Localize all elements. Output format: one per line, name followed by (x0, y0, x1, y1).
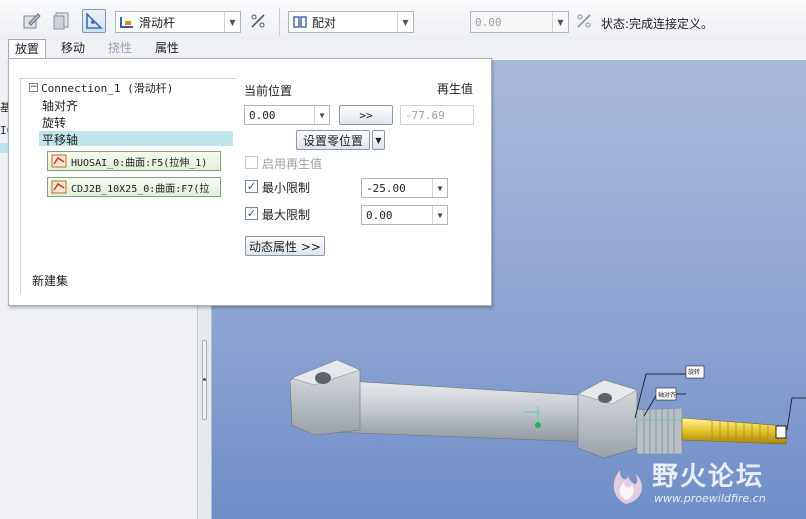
model-annotation-align: 轴对齐 (658, 392, 677, 399)
model-tree-highlight (0, 143, 8, 153)
max-limit-checkbox[interactable]: ✓ (245, 207, 258, 220)
chevron-down-icon: ▼ (375, 135, 382, 145)
tree-item-translation-axis[interactable]: 平移轴 (42, 131, 78, 148)
regen-value-label: 再生值 (437, 82, 474, 96)
flip-percent-icon[interactable] (246, 9, 270, 33)
toolbar-divider (279, 8, 280, 36)
min-limit-label: 最小限制 (262, 181, 311, 195)
current-position-value: 0.00 (249, 108, 276, 122)
tab-move[interactable]: 移动 (55, 39, 91, 59)
tree-item-rotation[interactable]: 旋转 (42, 114, 66, 131)
watermark-title: 野火论坛 (652, 462, 765, 492)
chevron-down-icon: ▼ (432, 179, 447, 197)
mechanism-type-value: 滑动杆 (139, 15, 176, 30)
constraint-type-select[interactable]: 配对 ▼ (288, 11, 414, 33)
set-zero-position-button[interactable]: 设置零位置 (296, 130, 370, 150)
chevron-down-icon: ▼ (224, 12, 240, 32)
reference-collector-2[interactable]: CDJ2B_10X25_0:曲面:F7(拉 (47, 177, 221, 197)
min-limit-select[interactable]: -25.00 ▼ (361, 178, 448, 198)
current-position-label: 当前位置 (244, 84, 293, 98)
mate-constraint-icon (292, 15, 308, 29)
surface-reference-icon (51, 154, 67, 168)
slider-joint-icon (119, 15, 135, 29)
mechanism-type-select[interactable]: 滑动杆 ▼ (115, 11, 241, 33)
tree-root-connection[interactable]: Connection_1 (滑动杆) (41, 80, 173, 96)
max-limit-label: 最大限制 (262, 208, 311, 222)
surface-reference-icon (51, 180, 67, 194)
model-annotation-rotate: 旋转 (688, 369, 701, 376)
flame-logo-icon (613, 470, 642, 504)
status-text: 状态:完成连接定义。 (601, 17, 714, 31)
watermark-url: www.proewildfire.cn (654, 492, 766, 505)
enable-regen-label: 启用再生值 (262, 157, 323, 171)
reference-collector-1[interactable]: HUOSAI_0:曲面:F5(拉伸_1) (47, 151, 221, 171)
new-set-link[interactable]: 新建集 (32, 272, 68, 289)
dynamic-properties-button[interactable]: 动态属性 >> (245, 236, 325, 256)
splitter-bar[interactable] (198, 300, 212, 519)
copy-part-icon[interactable] (50, 9, 74, 33)
constraint-type-value: 配对 (312, 15, 337, 30)
reference-2-text: CDJ2B_10X25_0:曲面:F7(拉 (71, 183, 210, 195)
collapse-icon[interactable]: − (29, 83, 38, 92)
copy-to-regen-button[interactable]: >> (339, 105, 393, 125)
enable-regen-checkbox[interactable] (245, 156, 258, 169)
forum-watermark: 野火论坛 www.proewildfire.cn (596, 452, 806, 512)
chevron-down-icon: ▼ (432, 206, 447, 224)
mechanism-connection-icon[interactable] (82, 9, 106, 33)
regen-value-field[interactable]: -77.69 (400, 105, 474, 125)
tree-item-axis-align[interactable]: 轴对齐 (42, 97, 78, 114)
current-position-select[interactable]: 0.00 ▼ (244, 105, 330, 125)
set-zero-dropdown-button[interactable]: ▼ (372, 130, 385, 150)
offset-value-select[interactable]: 0.00 ▼ (470, 11, 569, 33)
edit-pencil-icon[interactable] (20, 9, 44, 33)
tab-properties[interactable]: 属性 (149, 39, 185, 59)
top-toolbar: 滑动杆 ▼ 配对 ▼ 0.00 ▼ 状态:完成连接定义。 (0, 0, 806, 40)
min-limit-value: -25.00 (366, 181, 406, 195)
chevron-down-icon: ▼ (314, 106, 329, 124)
max-limit-select[interactable]: 0.00 ▼ (361, 205, 448, 225)
chevron-down-icon: ▼ (397, 12, 413, 32)
offset-value: 0.00 (475, 15, 502, 29)
tab-bar: 放置 移动 挠性 属性 (0, 39, 806, 59)
min-limit-checkbox[interactable]: ✓ (245, 180, 258, 193)
max-limit-value: 0.00 (366, 208, 393, 222)
regen-value: -77.69 (405, 108, 445, 122)
tab-flexibility[interactable]: 挠性 (102, 39, 138, 59)
reference-1-text: HUOSAI_0:曲面:F5(拉伸_1) (71, 157, 208, 169)
flip-offset-icon[interactable] (572, 9, 596, 33)
chevron-down-icon: ▼ (552, 12, 568, 32)
tab-placement[interactable]: 放置 (8, 39, 47, 59)
